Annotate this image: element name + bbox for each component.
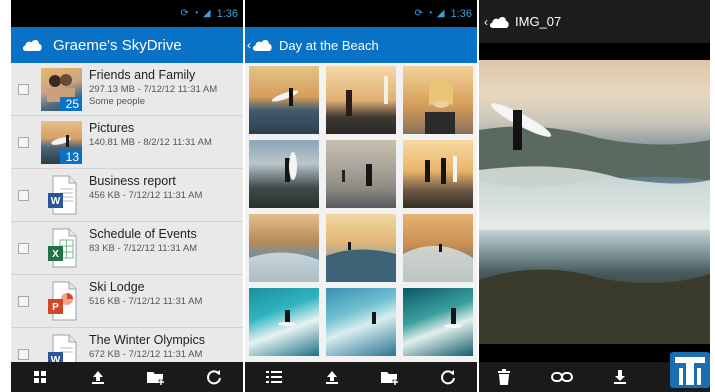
powerpoint-presentation-icon: P [48,281,77,321]
upload-icon[interactable] [87,366,109,388]
photo-tile[interactable] [249,66,319,134]
item-name: Pictures [89,121,135,135]
svg-text:W: W [51,355,61,362]
photo-tile[interactable] [249,140,319,208]
photo-tile[interactable] [249,214,319,282]
watermark-logo-icon [670,352,710,388]
album-title: Day at the Beach [279,37,379,53]
list-view-icon[interactable] [263,366,285,388]
item-meta: 516 KB - 7/12/12 11:31 AM [89,296,203,307]
list-item[interactable]: W The Winter Olympics 672 KB - 7/12/12 1… [11,328,243,362]
list-item[interactable]: W Business report 456 KB - 7/12/12 11:31… [11,169,243,222]
svg-text:P: P [52,302,59,313]
select-checkbox[interactable] [18,296,29,307]
item-meta: 297.13 MB - 7/12/12 11:31 AM [89,84,218,95]
download-icon[interactable] [609,366,631,388]
svg-text:X: X [52,249,59,260]
list-item[interactable]: 13 Pictures 140.81 MB - 8/2/12 11:31 AM [11,116,243,169]
photo-tile[interactable] [326,288,396,356]
folder-thumbnail: 13 [41,121,82,164]
viewer-header: ‹ IMG_07 [479,0,710,43]
photo-tile[interactable] [249,288,319,356]
photo-tile[interactable] [403,288,473,356]
item-count-badge: 13 [60,150,82,164]
list-item[interactable]: 25 Friends and Family 297.13 MB - 7/12/1… [11,63,243,116]
grid-view-icon[interactable] [29,366,51,388]
item-meta: 140.81 MB - 8/2/12 11:31 AM [89,137,212,148]
signal-icon: ◢ [202,8,211,19]
photo-album-screen: ⟳ ◔ ◢ 1:36 ‹ Day at the Beach [245,0,477,392]
full-photo[interactable] [479,60,710,344]
clock: 1:36 [450,7,472,20]
word-document-icon: W [48,334,77,362]
photo-tile[interactable] [403,66,473,134]
refresh-icon[interactable] [203,366,225,388]
app-bar: Graeme's SkyDrive [11,27,243,63]
excel-workbook-icon: X [48,228,77,268]
list-item[interactable]: P Ski Lodge 516 KB - 7/12/12 11:31 AM [11,275,243,328]
skydrive-logo-icon[interactable] [251,38,273,52]
item-name: Business report [89,174,176,188]
item-meta: 83 KB - 7/12/12 11:31 AM [89,243,198,254]
list-item[interactable]: X Schedule of Events 83 KB - 7/12/12 11:… [11,222,243,275]
delete-icon[interactable] [493,366,515,388]
screenshot-collage: ⟳ ◔ ◢ 1:36 Graeme's SkyDrive 25 Friends … [0,0,715,392]
clock: 1:36 [216,7,238,20]
share-link-icon[interactable] [551,366,573,388]
folder-thumbnail: 25 [41,68,82,111]
item-name: Friends and Family [89,68,196,82]
word-document-icon: W [48,175,77,215]
item-count-badge: 25 [60,97,82,111]
bottom-toolbar [245,362,477,392]
photo-viewer-screen: ‹ IMG_07 [479,0,710,392]
photo-grid [245,63,477,359]
sync-icon: ⟳ [414,8,423,19]
select-checkbox[interactable] [18,84,29,95]
wifi-icon: ◔ [426,8,433,19]
photo-tile[interactable] [326,214,396,282]
select-checkbox[interactable] [18,137,29,148]
signal-icon: ◢ [436,8,445,19]
item-name: Ski Lodge [89,280,145,294]
photo-tile[interactable] [326,66,396,134]
select-checkbox[interactable] [18,243,29,254]
photo-tile[interactable] [326,140,396,208]
select-checkbox[interactable] [18,190,29,201]
new-folder-icon[interactable] [379,366,401,388]
svg-text:W: W [51,196,61,207]
file-list: 25 Friends and Family 297.13 MB - 7/12/1… [11,63,243,362]
item-name: Schedule of Events [89,227,197,241]
item-sharing: Some people [89,96,145,107]
skydrive-logo-icon[interactable] [488,15,510,29]
item-name: The Winter Olympics [89,333,205,347]
photo-tile[interactable] [403,140,473,208]
page-title: Graeme's SkyDrive [53,36,182,54]
select-checkbox[interactable] [18,349,29,360]
item-meta: 456 KB - 7/12/12 11:31 AM [89,190,203,201]
sync-icon: ⟳ [180,8,189,19]
wifi-icon: ◔ [192,8,199,19]
app-bar: ‹ Day at the Beach [245,27,477,63]
skydrive-logo-icon[interactable] [21,38,43,52]
upload-icon[interactable] [321,366,343,388]
refresh-icon[interactable] [437,366,459,388]
skydrive-folder-screen: ⟳ ◔ ◢ 1:36 Graeme's SkyDrive 25 Friends … [11,0,243,392]
item-meta: 672 KB - 7/12/12 11:31 AM [89,349,203,360]
status-bar: ⟳ ◔ ◢ 1:36 [245,0,477,27]
photo-tile[interactable] [403,214,473,282]
status-bar: ⟳ ◔ ◢ 1:36 [11,0,243,27]
image-title: IMG_07 [515,14,562,29]
bottom-toolbar [11,362,243,392]
new-folder-icon[interactable] [145,366,167,388]
